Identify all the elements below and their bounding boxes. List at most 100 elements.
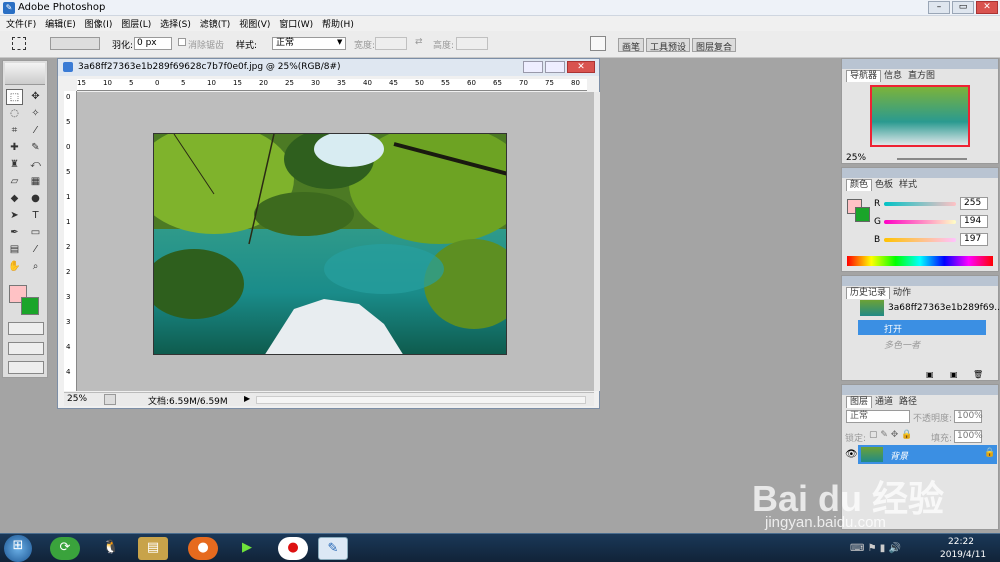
zoom-level[interactable]: 25% [67, 394, 87, 404]
marquee-tool-icon[interactable]: ⬚ [6, 89, 23, 105]
tab-brushes[interactable]: 画笔 [618, 38, 645, 53]
layer-row[interactable]: 背景 🔒 [858, 445, 997, 464]
lock-icons[interactable]: ▢ ✎ ✥ 🔒 [869, 430, 912, 440]
menu-file[interactable]: 文件(F) [0, 16, 36, 30]
notes-tool-icon[interactable]: ▤ [6, 242, 23, 258]
r-slider[interactable] [884, 202, 956, 206]
fill-input[interactable]: 100% [954, 430, 983, 443]
tab-layers[interactable]: 图层 [846, 396, 873, 408]
dodge-tool-icon[interactable]: ● [27, 191, 44, 207]
menu-window[interactable]: 窗口(W) [273, 16, 313, 30]
canvas-area[interactable] [77, 92, 594, 391]
tab-color[interactable]: 颜色 [846, 179, 873, 191]
navigator-zoom-slider[interactable] [897, 158, 967, 160]
feather-input[interactable]: 0 px [134, 37, 172, 50]
g-slider[interactable] [884, 220, 956, 224]
record-icon[interactable]: ● [278, 537, 308, 560]
status-icon[interactable] [104, 394, 116, 405]
jump-to-imageready-icon[interactable] [8, 361, 44, 374]
path-select-icon[interactable]: ➤ [6, 208, 23, 224]
snapshot-thumbnail[interactable] [860, 300, 884, 316]
background-color-swatch[interactable] [21, 297, 39, 315]
eyedropper-icon[interactable]: ⁄ [27, 242, 44, 258]
menu-image[interactable]: 图像(I) [79, 16, 113, 30]
vertical-scrollbar[interactable] [594, 92, 600, 391]
browser-360-icon[interactable]: ⟳ [50, 537, 80, 560]
history-item[interactable]: 多色一者 [858, 336, 986, 351]
clock-time[interactable]: 22:22 [948, 537, 974, 547]
zoom-tool-icon[interactable]: ⌕ [27, 259, 44, 275]
quick-mask-buttons[interactable] [8, 322, 44, 335]
firefox-icon[interactable]: ● [188, 537, 218, 560]
document-title-bar[interactable]: 3a68ff27363e1b289f69628c7b7f0e0f.jpg @ 2… [58, 59, 599, 76]
photoshop-taskbar-icon[interactable]: ✎ [318, 537, 348, 560]
opacity-input[interactable]: 100% [954, 410, 983, 423]
tray-icons[interactable]: ⌨ ⚑ ▮ 🔊 [850, 543, 901, 554]
clone-stamp-icon[interactable]: ♜ [6, 157, 23, 173]
screen-mode-buttons[interactable] [8, 342, 44, 355]
new-snapshot-icon[interactable]: ▣ [926, 370, 934, 379]
start-button[interactable]: ⊞ [4, 535, 32, 562]
tab-info[interactable]: 信息 [881, 71, 905, 83]
color-spectrum-bar[interactable] [847, 256, 993, 266]
blur-tool-icon[interactable]: ◆ [6, 191, 23, 207]
menu-help[interactable]: 帮助(H) [316, 16, 354, 30]
history-item[interactable]: 打开 [858, 320, 986, 335]
style-select[interactable]: 正常 [272, 37, 346, 50]
tab-layer-comps[interactable]: 图层复合 [692, 38, 737, 53]
menu-layer[interactable]: 图层(L) [115, 16, 151, 30]
move-tool-icon[interactable]: ✥ [27, 89, 44, 105]
tab-history[interactable]: 历史记录 [846, 287, 891, 299]
pen-tool-icon[interactable]: ✒ [6, 225, 23, 241]
close-button[interactable]: ✕ [976, 1, 998, 14]
history-brush-icon[interactable]: ⤺ [27, 157, 44, 173]
b-slider[interactable] [884, 238, 956, 242]
horizontal-scrollbar[interactable] [256, 396, 586, 404]
file-browser-icon[interactable] [590, 36, 606, 51]
status-menu-arrow-icon[interactable]: ▶ [244, 394, 250, 403]
create-document-icon[interactable]: ▣ [950, 370, 958, 379]
navigator-thumbnail[interactable] [870, 85, 970, 147]
minimize-button[interactable]: – [928, 1, 950, 14]
selection-mode-buttons[interactable] [50, 37, 100, 50]
menu-edit[interactable]: 编辑(E) [39, 16, 76, 30]
gradient-tool-icon[interactable]: ▦ [27, 174, 44, 190]
qq-icon[interactable]: 🐧 [96, 537, 126, 560]
menu-filter[interactable]: 滤镜(T) [194, 16, 231, 30]
hand-tool-icon[interactable]: ✋ [6, 259, 23, 275]
height-input[interactable] [456, 37, 488, 50]
tab-tool-presets[interactable]: 工具预设 [646, 38, 691, 53]
slice-tool-icon[interactable]: ⁄ [27, 123, 44, 139]
tab-navigator[interactable]: 导航器 [846, 70, 882, 82]
doc-minimize-button[interactable] [523, 61, 543, 73]
doc-maximize-button[interactable] [545, 61, 565, 73]
crop-tool-icon[interactable]: ⌗ [6, 123, 23, 139]
tab-channels[interactable]: 通道 [872, 397, 896, 409]
tab-histogram[interactable]: 直方图 [905, 71, 938, 83]
tab-styles[interactable]: 样式 [896, 180, 920, 192]
eye-icon[interactable]: 👁 [845, 449, 858, 460]
tab-actions[interactable]: 动作 [890, 288, 914, 300]
media-player-icon[interactable]: ▶ [232, 537, 262, 560]
b-value[interactable]: 197 [960, 233, 988, 246]
clock-date[interactable]: 2019/4/11 [940, 550, 986, 560]
width-input[interactable] [375, 37, 407, 50]
shape-tool-icon[interactable]: ▭ [27, 225, 44, 241]
type-tool-icon[interactable]: T [27, 208, 44, 224]
restore-button[interactable]: ▭ [952, 1, 974, 14]
antialias-checkbox[interactable] [178, 38, 186, 46]
tab-swatches[interactable]: 色板 [872, 180, 896, 192]
g-value[interactable]: 194 [960, 215, 988, 228]
eraser-tool-icon[interactable]: ▱ [6, 174, 23, 190]
r-value[interactable]: 255 [960, 197, 988, 210]
trash-icon[interactable]: 🗑 [973, 370, 983, 379]
tab-paths[interactable]: 路径 [896, 397, 920, 409]
magic-wand-icon[interactable]: ✧ [27, 106, 44, 122]
doc-close-button[interactable]: ✕ [567, 61, 595, 73]
file-explorer-icon[interactable]: ▤ [138, 537, 168, 560]
menu-select[interactable]: 选择(S) [154, 16, 191, 30]
color-bg-swatch[interactable] [855, 207, 870, 222]
snapshot-name[interactable]: 3a68ff27363e1b289f69... [888, 303, 1000, 313]
menu-view[interactable]: 视图(V) [233, 16, 270, 30]
blend-mode-select[interactable]: 正常 [846, 410, 910, 423]
